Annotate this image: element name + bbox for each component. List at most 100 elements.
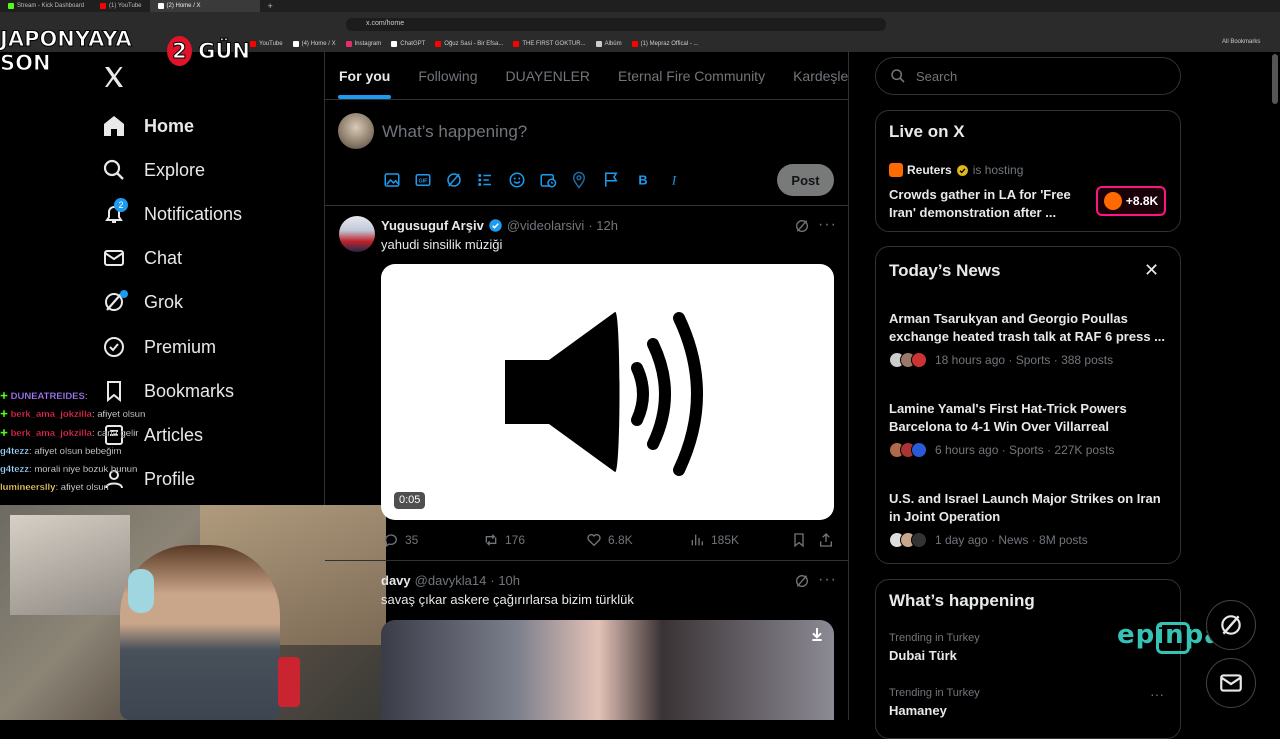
tweet-time[interactable]: · 12h	[588, 218, 618, 233]
youtube-icon	[100, 3, 107, 9]
browser-tab-x[interactable]: (2) Home / X	[149, 0, 260, 12]
bookmark-album[interactable]: Albüm	[595, 41, 622, 47]
address-bar[interactable]: x.com/home	[346, 18, 886, 31]
more-icon[interactable]: ···	[818, 571, 837, 589]
youtube-icon	[250, 41, 256, 47]
download-icon[interactable]	[809, 626, 825, 642]
verified-icon	[104, 337, 124, 357]
drink-can	[278, 657, 300, 707]
bookmark-mepraz[interactable]: (1) Mepraz Offical - ...	[631, 41, 698, 47]
compose-input[interactable]: What’s happening?	[382, 122, 527, 142]
tweet-author-name[interactable]: Yugusuguf Arşiv	[381, 218, 484, 233]
tweet-author-handle[interactable]: @davykla14	[415, 573, 487, 588]
grok-fab-button[interactable]	[1206, 600, 1256, 650]
trend-item[interactable]: Trending in Turkey Dubai Türk	[889, 632, 980, 663]
mail-icon	[1220, 674, 1242, 692]
bookmark-goktur[interactable]: THE FIRST GOKTUR...	[513, 41, 586, 47]
happening-card-title: What’s happening	[889, 591, 1035, 610]
live-listeners-button[interactable]: +8.8K	[1096, 186, 1166, 216]
bookmark-youtube[interactable]: YouTube	[250, 41, 283, 47]
news-item[interactable]: Lamine Yamal's First Hat-Trick Powers Ba…	[889, 400, 1169, 458]
news-item[interactable]: Arman Tsarukyan and Georgio Poullas exch…	[889, 310, 1169, 368]
views-button[interactable]: 185K	[689, 532, 739, 548]
chat-message: g4tezz: morali niye bozuk bunun	[0, 464, 138, 476]
bookmark-oguz[interactable]: Oğuz Sasi - Bir Efsa...	[435, 41, 503, 47]
tweet-header: davy @davykla14 · 10h	[381, 573, 520, 588]
reply-button[interactable]: 35	[383, 532, 418, 548]
trend-item[interactable]: Trending in Turkey Hamaney	[889, 687, 980, 718]
webcam-overlay	[0, 505, 386, 720]
repost-button[interactable]: 176	[483, 532, 525, 548]
more-icon[interactable]: ···	[1150, 686, 1164, 702]
news-avatars	[889, 352, 927, 368]
bookmark-x[interactable]: (4) Home / X	[292, 41, 336, 47]
search-icon	[891, 69, 905, 83]
image-icon[interactable]	[383, 171, 401, 189]
close-icon[interactable]: ✕	[1144, 260, 1159, 281]
bookmark-icon[interactable]	[791, 532, 807, 548]
sidebar-item-chat[interactable]: Chat	[102, 241, 182, 275]
reuters-logo-icon	[1103, 192, 1122, 210]
flag-icon[interactable]	[602, 171, 620, 189]
speaker-volume-icon	[505, 311, 703, 476]
new-tab-button[interactable]: +	[260, 0, 281, 12]
kick-icon	[8, 3, 14, 9]
youtube-icon	[435, 41, 442, 47]
svg-text:GIF: GIF	[419, 179, 429, 185]
views-chart-icon	[691, 534, 703, 546]
all-bookmarks-link[interactable]: All Bookmarks	[1222, 39, 1260, 45]
browser-tab-youtube[interactable]: (1) YouTube	[92, 0, 149, 12]
like-button[interactable]: 6.8K	[586, 532, 633, 548]
verified-gold-icon	[956, 164, 968, 176]
tweet-text: yahudi sinsilik müziği	[381, 237, 503, 252]
sidebar-item-home[interactable]: Home	[102, 109, 194, 143]
schedule-icon[interactable]	[539, 171, 557, 189]
stream-countdown-banner: JAPONYAYA SON 2 GÜN	[0, 27, 250, 76]
poll-icon[interactable]	[476, 171, 494, 189]
news-avatars	[889, 442, 927, 458]
tab-following[interactable]: Following	[418, 68, 477, 84]
mail-icon	[104, 250, 124, 266]
live-headline[interactable]: Crowds gather in LA for 'Free Iran' demo…	[889, 186, 1084, 222]
news-item[interactable]: U.S. and Israel Launch Major Strikes on …	[889, 490, 1169, 548]
italic-icon[interactable]: I	[665, 171, 683, 189]
grok-icon[interactable]	[445, 171, 463, 189]
sidebar-item-premium[interactable]: Premium	[102, 330, 216, 364]
user-avatar[interactable]	[338, 113, 374, 149]
tweet-video[interactable]	[381, 620, 834, 720]
tweet-time[interactable]: · 10h	[490, 573, 520, 588]
tweet-author-avatar[interactable]	[339, 216, 375, 252]
tweet-author-name[interactable]: davy	[381, 573, 411, 588]
tab-for-you[interactable]: For you	[337, 68, 392, 99]
tweet-author-handle[interactable]: @videolarsivi	[507, 218, 585, 233]
chat-message: lumineerslly: afiyet olsun	[0, 482, 109, 494]
reply-icon	[384, 534, 397, 548]
browser-tab-kick[interactable]: Stream - Kick Dashboard	[0, 0, 92, 12]
sidebar-item-grok[interactable]: Grok	[102, 285, 183, 319]
sidebar-item-explore[interactable]: Explore	[102, 153, 205, 187]
repost-icon	[485, 534, 497, 546]
more-icon[interactable]: ···	[818, 216, 837, 234]
post-button[interactable]: Post	[777, 164, 834, 196]
tab-eternal-fire[interactable]: Eternal Fire Community	[618, 68, 765, 84]
tweet-video[interactable]	[381, 264, 834, 520]
grok-icon[interactable]	[794, 573, 810, 589]
emoji-icon[interactable]	[508, 171, 526, 189]
tab-kardesler[interactable]: Kardeşler K	[793, 68, 848, 84]
bookmark-instagram[interactable]: Instagram	[345, 41, 381, 47]
tab-duayenler[interactable]: DUAYENLER	[505, 68, 590, 84]
divider	[325, 560, 848, 561]
search-input[interactable]: Search	[875, 57, 1181, 95]
news-card-title: Today’s News	[889, 261, 1001, 280]
bold-icon[interactable]: B	[634, 171, 652, 189]
grok-icon[interactable]	[794, 218, 810, 234]
grok-new-dot	[120, 290, 128, 298]
bookmark-chatgpt[interactable]: ChatGPT	[391, 41, 425, 47]
share-icon[interactable]	[818, 532, 834, 548]
grok-icon	[1221, 615, 1241, 635]
live-host[interactable]: Reuters is hosting	[889, 163, 1023, 177]
messages-fab-button[interactable]	[1206, 658, 1256, 708]
gif-icon[interactable]: GIF	[414, 171, 432, 189]
location-icon	[572, 171, 586, 189]
page-scrollbar[interactable]	[1272, 54, 1278, 104]
